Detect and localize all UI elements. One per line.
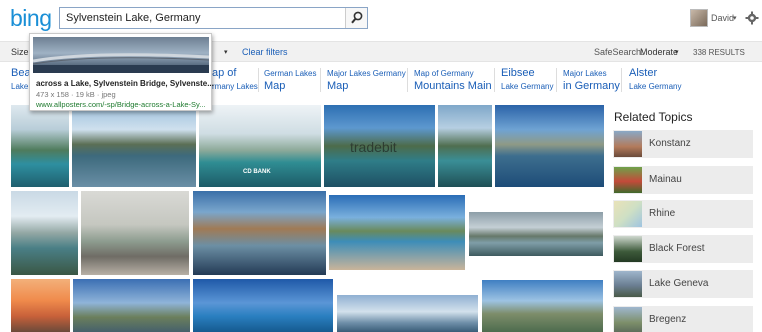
- image-result[interactable]: [337, 295, 478, 332]
- divider: [258, 68, 259, 92]
- related-search-3[interactable]: German Lakes Map: [264, 67, 316, 93]
- related-search-line1: German Lakes: [264, 69, 317, 78]
- related-topic-rhine[interactable]: Rhine: [613, 200, 753, 228]
- image-result[interactable]: [72, 105, 196, 187]
- preview-title[interactable]: across a Lake, Sylvenstein Bridge, Sylve…: [36, 79, 214, 88]
- divider: [556, 68, 557, 92]
- topic-thumbnail: [614, 167, 642, 193]
- topic-label: Konstanz: [649, 138, 691, 149]
- divider: [621, 68, 622, 92]
- divider: [407, 68, 408, 92]
- topic-thumbnail: [614, 307, 642, 332]
- related-search-line2: Map: [327, 80, 349, 92]
- image-result[interactable]: [81, 191, 189, 275]
- preview-url[interactable]: www.allposters.com/-sp/Bridge-across-a-L…: [36, 100, 206, 109]
- style-filter-caret[interactable]: ▾: [224, 48, 228, 56]
- image-result[interactable]: [73, 279, 190, 332]
- result-count: 338 RESULTS: [693, 48, 745, 57]
- related-search-line1: Alster: [629, 67, 658, 79]
- size-filter[interactable]: Size: [11, 47, 29, 57]
- related-search-line1: Major Lakes Germany: [327, 69, 406, 78]
- image-preview-card[interactable]: across a Lake, Sylvenstein Bridge, Sylve…: [29, 33, 214, 111]
- related-search-line2: Lake: [11, 82, 29, 91]
- topic-thumbnail: [614, 131, 642, 157]
- related-topic-black-forest[interactable]: Black Forest: [613, 235, 753, 263]
- related-topic-lake-geneva[interactable]: Lake Geneva: [613, 270, 753, 298]
- image-result[interactable]: CD BANK: [199, 105, 321, 187]
- related-search-line2: Lake Germany: [629, 82, 682, 91]
- topic-label: Bregenz: [649, 314, 687, 325]
- search-query-text[interactable]: Sylvenstein Lake, Germany: [66, 12, 201, 24]
- safesearch-dropdown[interactable]: Moderate: [640, 47, 678, 57]
- related-search-8[interactable]: Alster Lake Germany: [629, 67, 681, 93]
- related-search-line2: Lake Germany: [501, 82, 554, 91]
- topic-label: Rhine: [649, 208, 676, 219]
- image-watermark: CD BANK: [243, 169, 271, 175]
- preview-meta: 473 x 158 · 19 kB · jpeg: [36, 90, 116, 99]
- related-search-4[interactable]: Major Lakes Germany Map: [327, 67, 406, 93]
- related-search-7[interactable]: Major Lakes in Germany: [563, 67, 620, 93]
- image-result[interactable]: [11, 279, 70, 332]
- image-result[interactable]: [469, 212, 603, 256]
- related-search-line2: Mountains Main: [414, 80, 492, 92]
- image-result[interactable]: [11, 105, 69, 187]
- image-result[interactable]: [482, 280, 603, 332]
- image-result[interactable]: [438, 105, 492, 187]
- related-search-line1: Eibsee: [501, 67, 535, 79]
- related-search-line2: in Germany: [563, 80, 620, 92]
- related-search-line1: Bea: [11, 67, 31, 79]
- image-result[interactable]: [495, 105, 604, 187]
- image-watermark: tradebit: [350, 139, 397, 155]
- search-icon: [351, 11, 363, 24]
- avatar[interactable]: [690, 9, 708, 27]
- bing-logo[interactable]: bing: [10, 5, 52, 32]
- related-topics-title: Related Topics: [614, 110, 693, 124]
- related-search-line2: Map: [264, 80, 286, 92]
- topic-label: Mainau: [649, 174, 682, 185]
- related-search-line1: Major Lakes: [563, 69, 607, 78]
- related-topic-konstanz[interactable]: Konstanz: [613, 130, 753, 158]
- safesearch-caret[interactable]: ▾: [675, 48, 679, 56]
- related-search-2[interactable]: ap of rmany Lakes: [212, 67, 258, 93]
- image-result[interactable]: [329, 195, 465, 270]
- search-input[interactable]: Sylvenstein Lake, Germany: [59, 7, 368, 29]
- related-search-1[interactable]: Bea Lake: [11, 67, 31, 93]
- related-topic-bregenz[interactable]: Bregenz: [613, 306, 753, 332]
- related-search-6[interactable]: Eibsee Lake Germany: [501, 67, 553, 93]
- topic-label: Lake Geneva: [649, 278, 709, 289]
- divider: [320, 68, 321, 92]
- topic-thumbnail: [614, 236, 642, 262]
- topic-label: Black Forest: [649, 243, 705, 254]
- related-search-line1: ap of: [212, 67, 237, 79]
- topic-thumbnail: [614, 201, 642, 227]
- divider: [494, 68, 495, 92]
- user-menu-caret[interactable]: ▾: [733, 14, 737, 22]
- related-topic-mainau[interactable]: Mainau: [613, 166, 753, 194]
- clear-filters-link[interactable]: Clear filters: [242, 47, 288, 57]
- bridge-illustration: [33, 53, 209, 73]
- related-search-line1: Map of Germany: [414, 69, 474, 78]
- image-result[interactable]: [11, 191, 78, 275]
- preview-image[interactable]: [33, 37, 209, 73]
- related-search-5[interactable]: Map of Germany Mountains Main: [414, 67, 492, 93]
- image-result[interactable]: tradebit: [324, 105, 435, 187]
- related-search-line2: rmany Lakes: [212, 82, 258, 91]
- gear-icon[interactable]: [745, 11, 759, 25]
- image-result[interactable]: [193, 279, 333, 332]
- search-button[interactable]: [345, 8, 367, 28]
- image-result[interactable]: [193, 191, 326, 275]
- user-name[interactable]: David: [711, 13, 734, 23]
- safesearch-label: SafeSearch:: [594, 47, 644, 57]
- topic-thumbnail: [614, 271, 642, 297]
